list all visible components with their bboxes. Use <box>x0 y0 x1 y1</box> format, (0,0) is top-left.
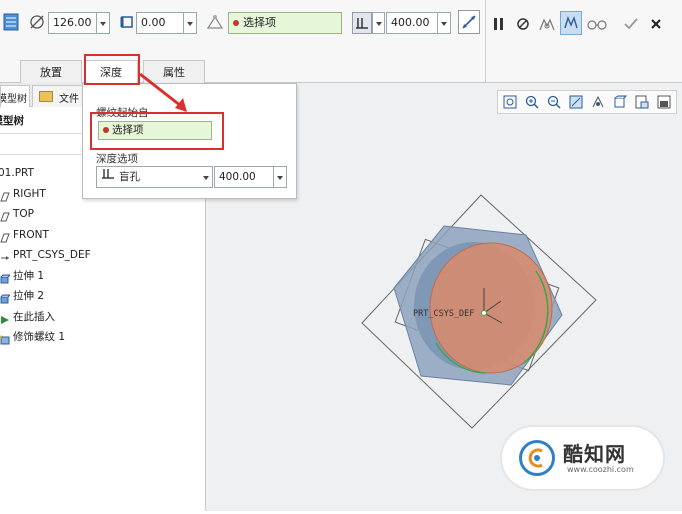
tree-item-extrude-1-label: 拉伸 1 <box>13 270 45 282</box>
flip-direction-icon[interactable] <box>458 10 480 34</box>
tree-item-front[interactable]: FRONT <box>0 225 49 245</box>
diameter-icon <box>26 11 48 33</box>
tab-file-label: 文件 <box>59 94 79 105</box>
popup-depth-value-dropdown-button[interactable] <box>274 166 287 188</box>
depth-blind-icon[interactable] <box>352 12 372 34</box>
insert-here-arrow-icon <box>0 312 10 324</box>
watermark-url: www.coozhi.com <box>567 465 634 474</box>
depth-option-dropdown-button[interactable] <box>200 166 213 188</box>
zoom-in-icon[interactable] <box>522 92 542 112</box>
geometry-preview-icon[interactable] <box>536 13 558 35</box>
ribbon-separator <box>485 0 486 83</box>
diameter-dropdown-button[interactable] <box>97 12 110 34</box>
placement-reference-label: 选择项 <box>243 16 276 29</box>
folder-icon <box>39 91 53 102</box>
watermark-logo-icon <box>519 440 555 476</box>
glasses-icon[interactable] <box>586 13 608 35</box>
repaint-icon[interactable] <box>566 92 586 112</box>
depth-blind-icon <box>101 167 115 187</box>
view-manager-icon[interactable] <box>654 92 674 112</box>
datum-plane-icon <box>0 230 10 243</box>
tree-item-csys[interactable]: PRT_CSYS_DEF <box>0 245 91 265</box>
pitch-input[interactable]: 0.00 <box>136 12 184 34</box>
tree-item-extrude-2-label: 拉伸 2 <box>13 290 45 302</box>
spin-center-icon[interactable] <box>588 92 608 112</box>
no-preview-icon[interactable] <box>512 13 534 35</box>
tab-model-tree-label: 模型树 <box>0 94 27 105</box>
verify-icon[interactable] <box>560 11 582 35</box>
annotation-box-depth-tab <box>84 54 140 85</box>
extrude-icon <box>0 271 12 284</box>
panel-title-text: 模型树 <box>0 115 24 127</box>
pitch-icon <box>116 11 138 33</box>
view-toolbar <box>497 90 677 114</box>
display-style-icon[interactable] <box>610 92 630 112</box>
depth-option-label: 盲孔 <box>119 171 140 183</box>
diameter-input[interactable]: 126.00 <box>48 12 97 34</box>
depth-value-dropdown-button[interactable] <box>438 12 451 34</box>
datum-plane-icon <box>0 189 10 202</box>
panel-title: 模型树 <box>0 113 80 129</box>
tree-item-right-label: RIGHT <box>13 188 46 200</box>
tree-item-cosmetic-thread[interactable]: * 修饰螺纹 1 <box>0 327 65 347</box>
tree-item-top[interactable]: TOP <box>0 204 34 224</box>
zoom-out-icon[interactable] <box>544 92 564 112</box>
watermark-badge: 酷知网 www.coozhi.com <box>505 430 660 486</box>
red-dot-icon <box>233 20 239 26</box>
depth-option-select[interactable]: 盲孔 <box>96 166 212 188</box>
depth-value-input[interactable]: 400.00 <box>386 12 438 34</box>
tree-item-right[interactable]: RIGHT <box>0 184 46 204</box>
csys-label: PRT_CSYS_DEF <box>413 309 474 319</box>
tab-placement[interactable]: 放置 <box>20 60 82 83</box>
cancel-close-icon[interactable] <box>645 13 667 35</box>
pause-icon[interactable] <box>488 13 510 35</box>
tree-item-part-label: 01.PRT <box>0 167 34 179</box>
tree-item-part[interactable]: 01.PRT <box>0 163 34 183</box>
svg-text:*: * <box>0 335 3 343</box>
depth-type-dropdown-button[interactable] <box>372 12 385 34</box>
coordinate-system-icon <box>0 250 10 260</box>
tree-item-front-label: FRONT <box>13 229 49 241</box>
placement-reference-icon <box>204 11 226 33</box>
extrude-icon <box>0 291 12 304</box>
cosmetic-thread-icon: * <box>0 332 10 345</box>
datum-plane-icon <box>0 209 10 222</box>
ok-check-icon[interactable] <box>620 13 642 35</box>
popup-depth-value-input[interactable]: 400.00 <box>214 166 274 188</box>
placement-reference-collector[interactable]: 选择项 <box>228 12 342 34</box>
watermark-brand: 酷知网 <box>563 442 626 466</box>
tree-item-extrude-1[interactable]: 拉伸 1 <box>0 266 44 286</box>
thread-type-icon[interactable] <box>0 11 22 33</box>
refit-icon[interactable] <box>500 92 520 112</box>
saved-orientations-icon[interactable] <box>632 92 652 112</box>
tree-item-top-label: TOP <box>13 208 35 220</box>
annotation-arrow <box>139 72 187 112</box>
csys-origin <box>481 310 487 316</box>
tree-item-csys-label: PRT_CSYS_DEF <box>13 249 91 261</box>
tab-model-tree[interactable]: 模型树 <box>0 85 30 107</box>
tree-item-extrude-2[interactable]: 拉伸 2 <box>0 286 44 306</box>
pitch-dropdown-button[interactable] <box>184 12 197 34</box>
tree-item-insert-here[interactable]: 在此插入 <box>0 307 55 327</box>
tree-item-cosmetic-thread-label: 修饰螺纹 1 <box>13 331 66 343</box>
tree-item-insert-here-label: 在此插入 <box>13 311 55 323</box>
depth-options-title: 深度选项 <box>96 153 138 165</box>
